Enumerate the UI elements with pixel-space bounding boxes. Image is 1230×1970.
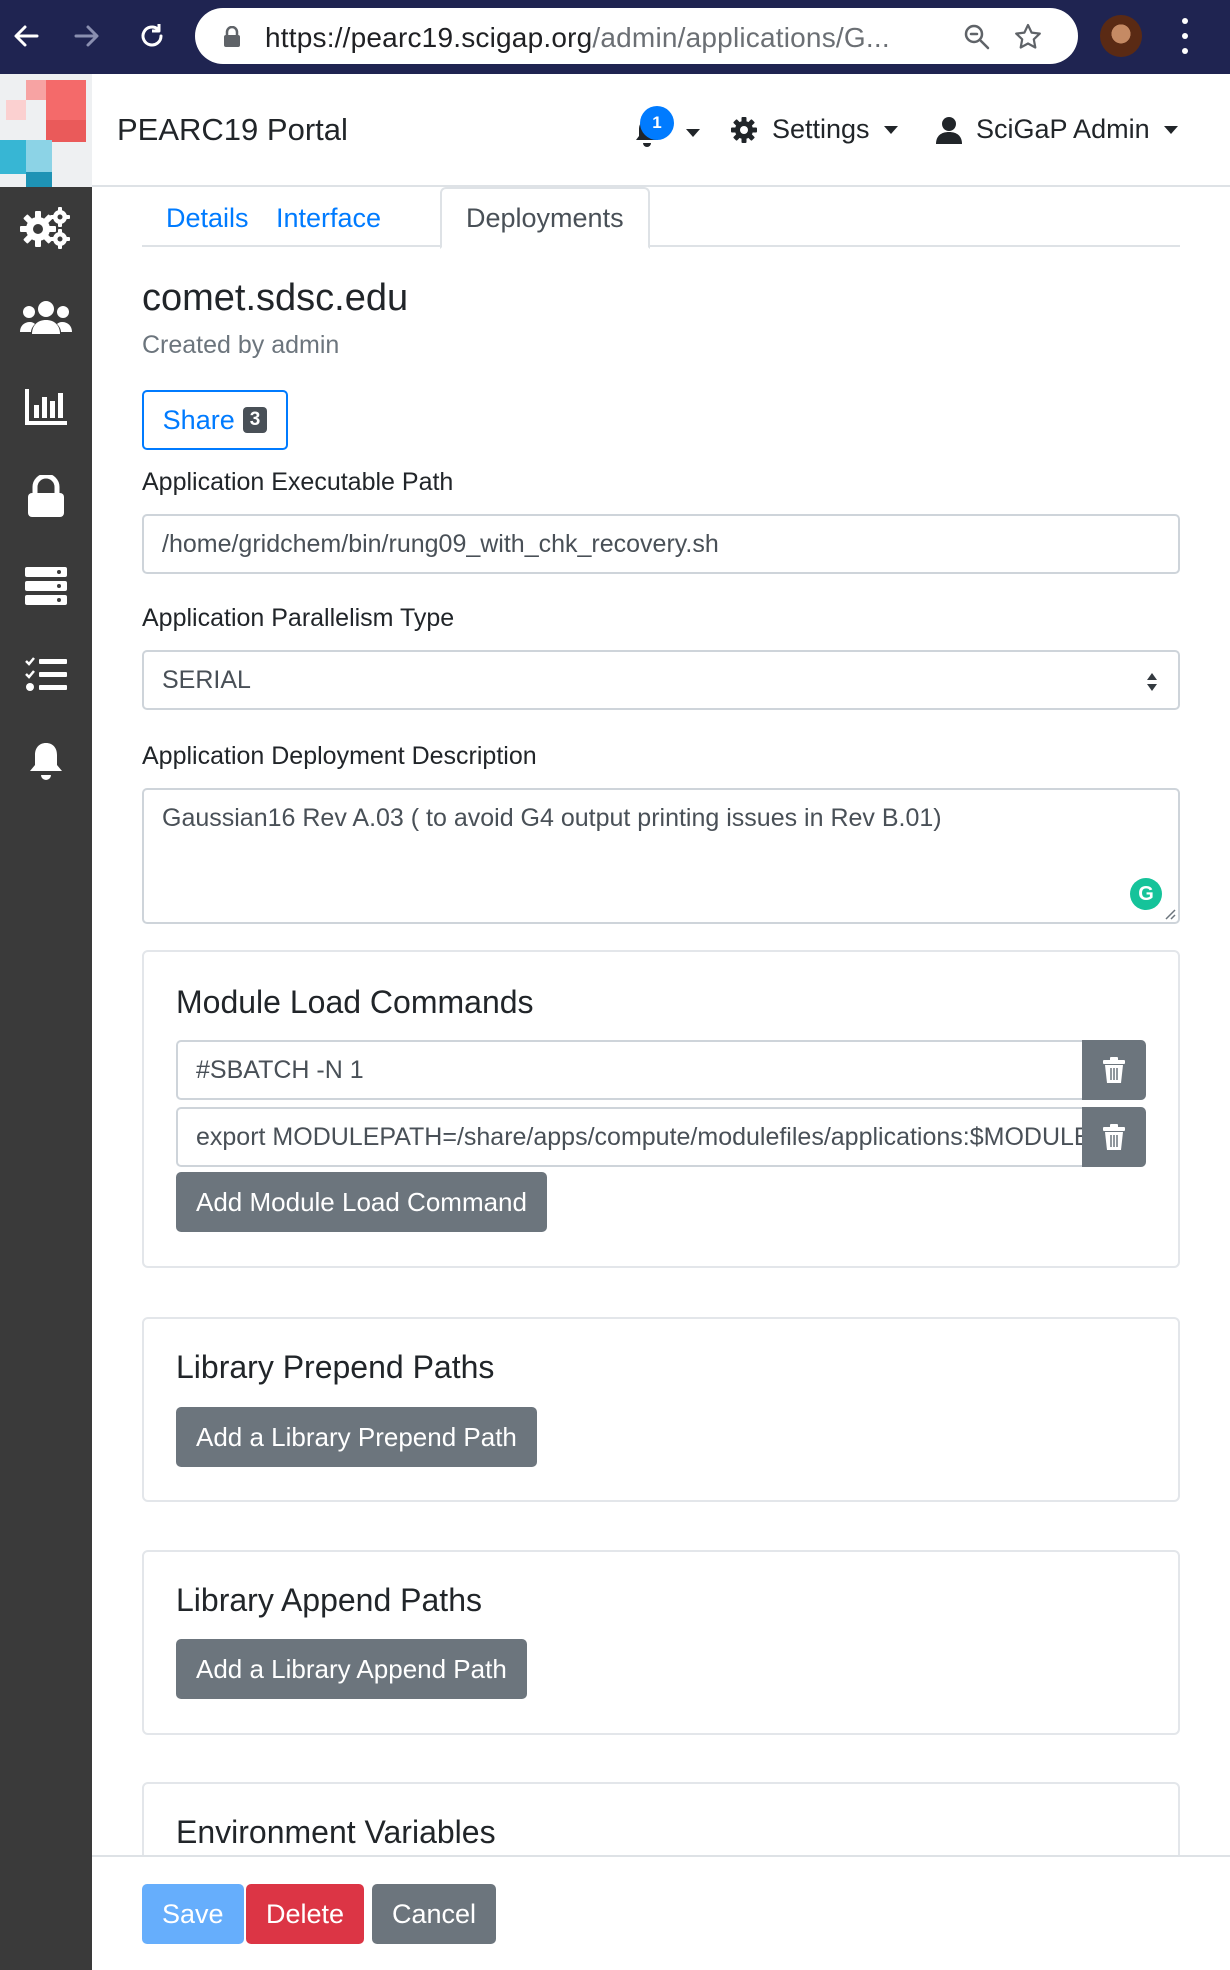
parallelism-type-select[interactable]: SERIAL bbox=[142, 650, 1180, 710]
back-icon[interactable] bbox=[2, 12, 50, 60]
description-label: Application Deployment Description bbox=[142, 742, 537, 770]
sidebar-item-experiments[interactable] bbox=[10, 644, 82, 704]
environment-variables-title: Environment Variables bbox=[176, 1814, 496, 1850]
select-arrows-icon bbox=[1147, 673, 1157, 691]
description-textarea[interactable]: Gaussian16 Rev A.03 ( to avoid G4 output… bbox=[142, 788, 1180, 924]
save-button[interactable]: Save bbox=[142, 1884, 244, 1944]
settings-dropdown[interactable]: Settings bbox=[730, 114, 898, 145]
gear-icon bbox=[731, 116, 757, 143]
deployment-title: comet.sdsc.edu bbox=[142, 277, 409, 319]
lock-icon bbox=[215, 20, 249, 54]
delete-command-button[interactable] bbox=[1082, 1040, 1146, 1100]
library-append-card: Library Append Paths Add a Library Appen… bbox=[142, 1550, 1180, 1735]
user-icon bbox=[936, 116, 962, 144]
tab-deployments[interactable]: Deployments bbox=[440, 187, 650, 249]
notifications-dropdown[interactable]: 1 bbox=[630, 106, 700, 154]
description-text: Gaussian16 Rev A.03 ( to avoid G4 output… bbox=[162, 804, 942, 832]
cogs-icon bbox=[20, 207, 70, 249]
trash-icon bbox=[1103, 1057, 1125, 1083]
reload-icon[interactable] bbox=[128, 12, 176, 60]
sidebar-item-applications[interactable] bbox=[10, 198, 82, 258]
grammarly-icon[interactable]: G bbox=[1130, 878, 1162, 910]
module-command-input[interactable]: #SBATCH -N 1 bbox=[176, 1040, 1084, 1100]
module-load-card: Module Load Commands #SBATCH -N 1 export… bbox=[142, 950, 1180, 1268]
module-load-title: Module Load Commands bbox=[176, 984, 534, 1020]
sidebar-item-statistics[interactable] bbox=[10, 377, 82, 437]
add-module-command-button[interactable]: Add Module Load Command bbox=[176, 1172, 547, 1232]
tasks-icon bbox=[25, 657, 67, 691]
browser-menu-icon[interactable] bbox=[1170, 14, 1200, 58]
trash-icon bbox=[1103, 1124, 1125, 1150]
library-prepend-card: Library Prepend Paths Add a Library Prep… bbox=[142, 1317, 1180, 1502]
action-footer: Save Delete Cancel bbox=[92, 1855, 1230, 1970]
sidebar-item-credentials[interactable] bbox=[10, 466, 82, 526]
profile-avatar[interactable] bbox=[1100, 15, 1142, 57]
chart-icon bbox=[25, 389, 67, 425]
module-command-input[interactable]: export MODULEPATH=/share/apps/compute/mo… bbox=[176, 1107, 1084, 1167]
chevron-down-icon bbox=[883, 125, 898, 134]
share-label: Share bbox=[162, 404, 235, 435]
executable-path-label: Application Executable Path bbox=[142, 468, 454, 496]
tabs: Details Interface Deployments bbox=[142, 187, 1180, 249]
settings-label: Settings bbox=[772, 114, 870, 144]
url-text: https://pearc19.scigap.org/admin/applica… bbox=[265, 22, 890, 53]
parallelism-type-value: SERIAL bbox=[162, 665, 251, 694]
cancel-button[interactable]: Cancel bbox=[372, 1884, 497, 1944]
sidebar-item-groups[interactable] bbox=[10, 287, 82, 347]
bell-icon bbox=[30, 743, 62, 780]
parallelism-type-label: Application Parallelism Type bbox=[142, 604, 455, 632]
bookmark-star-icon[interactable] bbox=[1011, 20, 1045, 54]
share-button[interactable]: Share 3 bbox=[142, 390, 288, 450]
chevron-down-icon bbox=[1163, 125, 1178, 134]
resize-handle-icon[interactable] bbox=[1162, 906, 1176, 920]
module-command-row: export MODULEPATH=/share/apps/compute/mo… bbox=[176, 1107, 1146, 1167]
tab-interface[interactable]: Interface bbox=[252, 187, 405, 249]
created-by-text: Created by admin bbox=[142, 331, 340, 359]
browser-toolbar: https://pearc19.scigap.org/admin/applica… bbox=[0, 0, 1230, 74]
user-label: SciGaP Admin bbox=[976, 114, 1150, 144]
module-command-row: #SBATCH -N 1 bbox=[176, 1040, 1146, 1100]
address-bar[interactable]: https://pearc19.scigap.org/admin/applica… bbox=[195, 8, 1078, 64]
server-icon bbox=[25, 567, 67, 605]
sidebar-item-compute-resources[interactable] bbox=[10, 556, 82, 616]
delete-command-button[interactable] bbox=[1082, 1107, 1146, 1167]
delete-button[interactable]: Delete bbox=[246, 1884, 365, 1944]
executable-path-input[interactable]: /home/gridchem/bin/rung09_with_chk_recov… bbox=[142, 514, 1180, 574]
sidebar-item-notices[interactable] bbox=[10, 732, 82, 792]
app-header: PEARC19 Portal 1 Settings SciGaP Admin bbox=[0, 74, 1230, 187]
add-library-prepend-button[interactable]: Add a Library Prepend Path bbox=[176, 1407, 537, 1467]
add-library-append-button[interactable]: Add a Library Append Path bbox=[176, 1639, 527, 1699]
zoom-icon[interactable] bbox=[960, 20, 994, 54]
users-icon bbox=[20, 301, 72, 334]
portal-logo[interactable] bbox=[0, 74, 92, 187]
user-dropdown[interactable]: SciGaP Admin bbox=[936, 114, 1178, 145]
forward-icon[interactable] bbox=[63, 12, 111, 60]
share-count-badge: 3 bbox=[242, 407, 268, 433]
lock-icon bbox=[28, 475, 64, 517]
notification-count-badge: 1 bbox=[640, 106, 674, 140]
sidebar bbox=[0, 187, 92, 1970]
portal-brand[interactable]: PEARC19 Portal bbox=[117, 112, 348, 148]
library-append-title: Library Append Paths bbox=[176, 1582, 482, 1618]
chevron-down-icon bbox=[686, 129, 700, 137]
library-prepend-title: Library Prepend Paths bbox=[176, 1349, 495, 1385]
